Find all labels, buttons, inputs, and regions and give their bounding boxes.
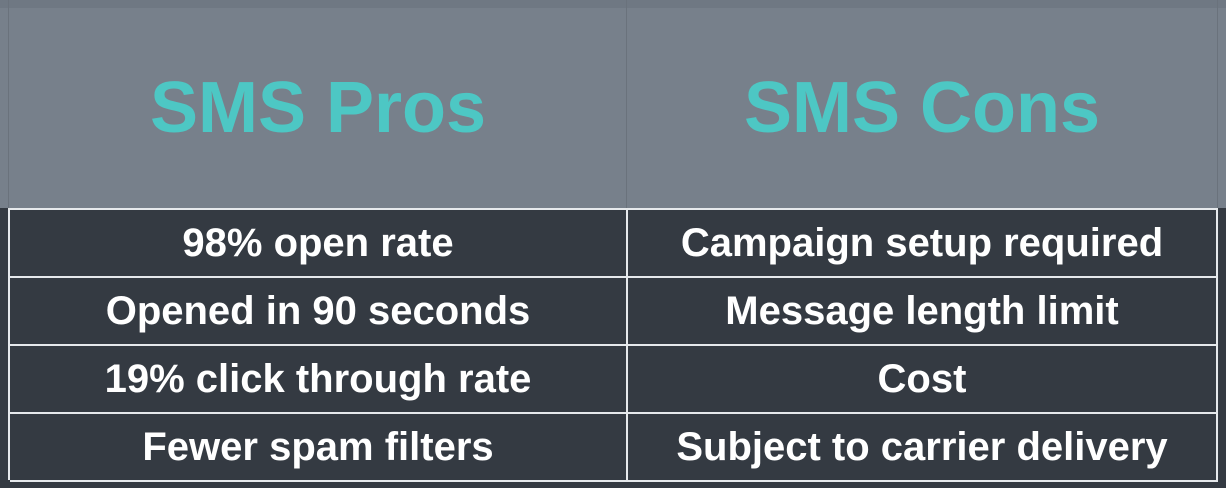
- con-cell[interactable]: Subject to carrier delivery: [628, 414, 1218, 480]
- table-row: 19% click through rate Cost: [10, 346, 1218, 414]
- header-gridline: [8, 0, 9, 208]
- con-cell[interactable]: Cost: [628, 346, 1218, 412]
- con-cell[interactable]: Message length limit: [628, 278, 1218, 344]
- header-gridline: [1217, 0, 1218, 208]
- con-cell[interactable]: Campaign setup required: [628, 210, 1218, 276]
- table-row: 98% open rate Campaign setup required: [10, 210, 1218, 278]
- header-top-strip: [0, 0, 1226, 8]
- pro-cell[interactable]: Fewer spam filters: [10, 414, 628, 480]
- pro-cell[interactable]: 98% open rate: [10, 210, 628, 276]
- spreadsheet-sheet: SMS Pros SMS Cons 98% open rate Campaign…: [0, 0, 1226, 488]
- header-row: SMS Pros SMS Cons: [0, 0, 1226, 208]
- table-row: Fewer spam filters Subject to carrier de…: [10, 414, 1218, 482]
- pro-cell[interactable]: 19% click through rate: [10, 346, 628, 412]
- table-row: Opened in 90 seconds Message length limi…: [10, 278, 1218, 346]
- pro-cell[interactable]: Opened in 90 seconds: [10, 278, 628, 344]
- cons-title[interactable]: SMS Cons: [627, 8, 1217, 208]
- pros-cons-table: 98% open rate Campaign setup required Op…: [8, 208, 1218, 482]
- pros-title[interactable]: SMS Pros: [10, 8, 626, 208]
